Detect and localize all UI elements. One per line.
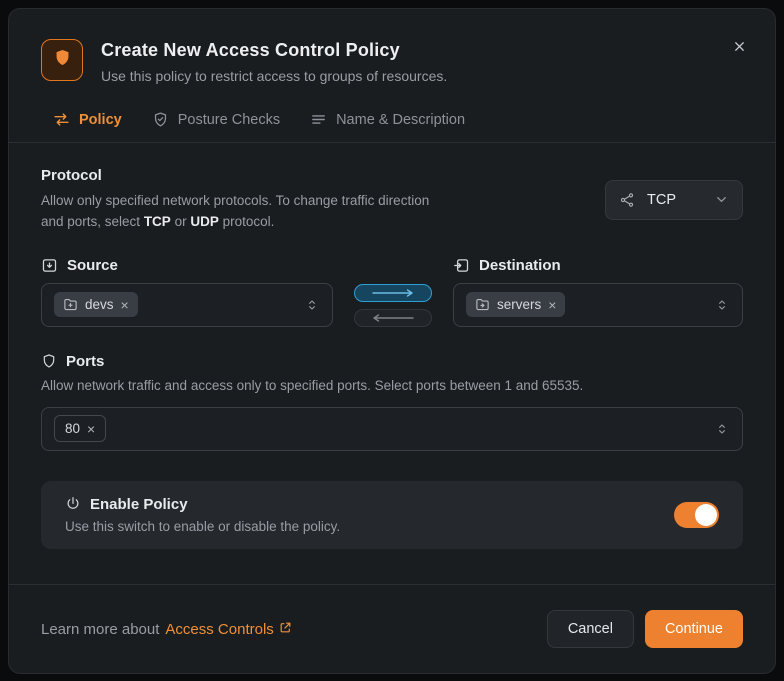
protocol-desc-part: protocol. [218, 213, 275, 229]
remove-tag-icon[interactable]: × [548, 298, 556, 312]
external-link-icon [279, 621, 292, 638]
remove-tag-icon[interactable]: × [121, 298, 129, 312]
tab-name-description-label: Name & Description [336, 111, 466, 128]
protocol-select-value: TCP [647, 191, 676, 208]
access-controls-link-label: Access Controls [165, 620, 274, 638]
toggle-knob [695, 503, 717, 526]
ports-input[interactable]: 80 × [41, 406, 743, 451]
destination-heading-row: Destination [453, 257, 743, 274]
shield-check-icon [152, 111, 169, 128]
enable-policy-description: Use this switch to enable or disable the… [65, 518, 341, 534]
ports-section: Ports Allow network traffic and access o… [41, 353, 743, 451]
protocol-text: Protocol Allow only specified network pr… [41, 167, 449, 233]
shield-icon [53, 48, 72, 72]
ports-heading-row: Ports [41, 353, 743, 370]
swap-arrows-icon [53, 111, 70, 128]
destination-heading: Destination [479, 256, 561, 274]
power-icon [65, 496, 81, 512]
protocol-heading: Protocol [41, 167, 102, 184]
enable-policy-heading-row: Enable Policy [65, 496, 340, 513]
learn-more-text: Learn more about Access Controls [41, 621, 292, 638]
tray-arrow-in-icon [453, 257, 470, 274]
source-heading: Source [67, 256, 118, 274]
cancel-button[interactable]: Cancel [546, 610, 634, 648]
lines-icon [310, 111, 327, 128]
close-icon [732, 42, 747, 57]
create-policy-dialog: Create New Access Control Policy Use thi… [8, 8, 776, 674]
network-share-icon [619, 192, 635, 208]
tray-arrow-down-icon [41, 257, 58, 274]
learn-more-prefix: Learn more about [41, 620, 160, 638]
tab-policy[interactable]: Policy [53, 111, 122, 128]
policy-shield-badge [41, 39, 83, 81]
dialog-header: Create New Access Control Policy Use thi… [9, 9, 775, 84]
access-controls-link[interactable]: Access Controls [165, 621, 291, 638]
enable-policy-heading: Enable Policy [90, 495, 188, 513]
folder-plus-icon [63, 297, 78, 312]
destination-tag-servers: servers × [466, 292, 566, 318]
ports-tag-80: 80 × [54, 415, 107, 443]
continue-button[interactable]: Continue [644, 610, 743, 648]
dialog-footer: Learn more about Access Controls Cancel … [9, 584, 775, 673]
ports-description: Allow network traffic and access only to… [41, 377, 584, 393]
enable-policy-card: Enable Policy Use this switch to enable … [41, 480, 743, 549]
direction-right-button[interactable] [354, 283, 432, 302]
dialog-header-text: Create New Access Control Policy Use thi… [101, 39, 447, 84]
ports-heading: Ports [66, 352, 105, 370]
unfold-chevrons-icon [304, 297, 320, 313]
dialog-title: Create New Access Control Policy [101, 40, 400, 60]
tab-name-description[interactable]: Name & Description [310, 111, 465, 128]
remove-tag-icon[interactable]: × [87, 422, 95, 436]
unfold-chevrons-icon [714, 421, 730, 437]
folder-move-icon [475, 297, 490, 312]
traffic-direction-toggle [333, 283, 453, 327]
enable-policy-toggle[interactable] [674, 501, 719, 528]
tab-posture-checks-label: Posture Checks [177, 111, 281, 128]
close-button[interactable] [728, 35, 751, 61]
source-tag-label: devs [85, 297, 114, 313]
destination-tag-label: servers [497, 297, 542, 313]
destination-input[interactable]: servers × [453, 282, 743, 327]
chevron-down-icon [714, 192, 729, 207]
tab-bar: Policy Posture Checks Name & Description [9, 84, 775, 143]
protocol-select[interactable]: TCP [605, 179, 743, 220]
dialog-subtitle: Use this policy to restrict access to gr… [101, 68, 448, 84]
arrow-left-icon [371, 314, 415, 322]
enable-policy-text: Enable Policy Use this switch to enable … [65, 496, 340, 534]
destination-section: Destination servers × [453, 257, 743, 327]
protocol-tcp-bold: TCP [143, 213, 171, 229]
source-section: Source devs × [41, 257, 333, 327]
source-destination-row: Source devs × Destination servers × [41, 257, 743, 327]
source-heading-row: Source [41, 257, 333, 274]
source-tag-devs: devs × [54, 292, 138, 318]
shield-outline-icon [41, 353, 57, 369]
source-input[interactable]: devs × [41, 282, 333, 327]
footer-buttons: Cancel Continue [546, 610, 743, 648]
direction-left-button[interactable] [354, 308, 432, 327]
tab-posture-checks[interactable]: Posture Checks [152, 111, 280, 128]
protocol-description: Allow only specified network protocols. … [41, 191, 449, 233]
ports-tag-label: 80 [65, 421, 81, 437]
protocol-desc-part: or [170, 213, 191, 229]
protocol-section: Protocol Allow only specified network pr… [41, 167, 743, 233]
arrow-right-icon [371, 289, 415, 297]
tab-policy-label: Policy [79, 111, 122, 128]
dialog-body: Protocol Allow only specified network pr… [9, 143, 775, 549]
unfold-chevrons-icon [714, 297, 730, 313]
protocol-udp-bold: UDP [190, 213, 219, 229]
